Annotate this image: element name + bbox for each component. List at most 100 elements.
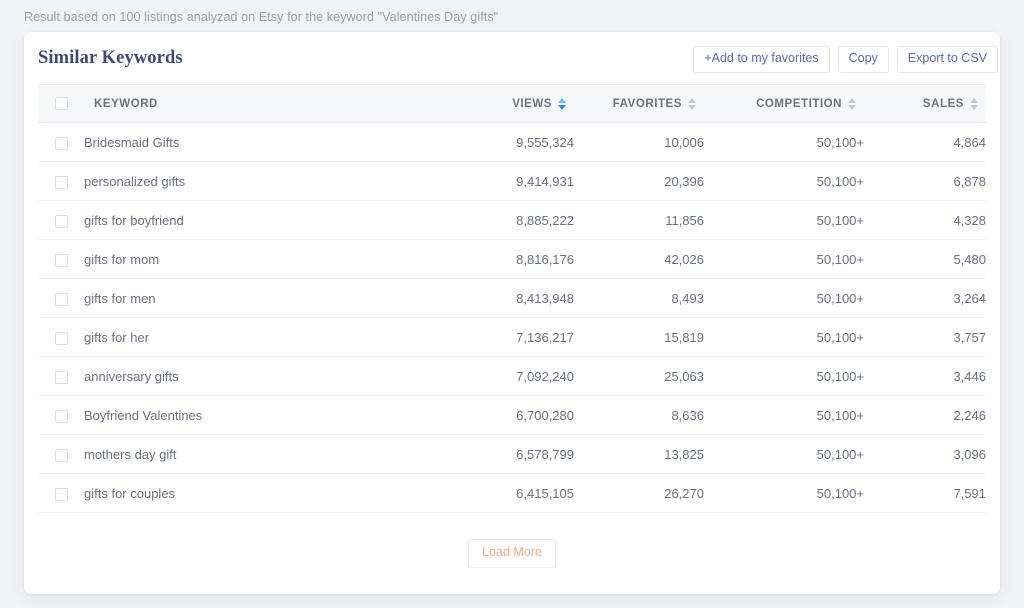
cell-favorites: 10,006: [574, 123, 704, 162]
cell-views: 8,885,222: [414, 201, 574, 240]
row-select-checkbox[interactable]: [55, 215, 68, 228]
result-summary-note: Result based on 100 listings analyzad on…: [24, 10, 498, 24]
table-row[interactable]: mothers day gift6,578,79913,82550,100+3,…: [38, 435, 986, 474]
cell-competition: 50,100+: [704, 162, 864, 201]
table-row[interactable]: Boyfriend Valentines6,700,2808,63650,100…: [38, 396, 986, 435]
table-body: Bridesmaid Gifts9,555,32410,00650,100+4,…: [38, 123, 986, 513]
table-row[interactable]: gifts for boyfriend8,885,22211,85650,100…: [38, 201, 986, 240]
table-row[interactable]: gifts for couples6,415,10526,27050,100+7…: [38, 474, 986, 513]
row-select-cell: [38, 123, 84, 162]
cell-sales: 7,591: [864, 474, 986, 513]
card-header-actions: +Add to my favorites Copy Export to CSV: [693, 46, 998, 73]
row-select-checkbox[interactable]: [55, 293, 68, 306]
add-to-favorites-button[interactable]: +Add to my favorites: [693, 46, 829, 73]
row-select-checkbox[interactable]: [55, 332, 68, 345]
cell-keyword[interactable]: gifts for boyfriend: [84, 201, 414, 240]
cell-favorites: 11,856: [574, 201, 704, 240]
row-select-checkbox[interactable]: [55, 449, 68, 462]
page-root: Result based on 100 listings analyzad on…: [0, 0, 1024, 608]
cell-sales: 3,446: [864, 357, 986, 396]
select-all-checkbox[interactable]: [55, 97, 68, 110]
cell-sales: 2,246: [864, 396, 986, 435]
table-header-row: KEYWORD VIEWS: [38, 85, 986, 123]
cell-sales: 4,328: [864, 201, 986, 240]
row-select-checkbox[interactable]: [55, 254, 68, 267]
cell-keyword[interactable]: personalized gifts: [84, 162, 414, 201]
cell-keyword[interactable]: anniversary gifts: [84, 357, 414, 396]
cell-favorites: 25,063: [574, 357, 704, 396]
cell-competition: 50,100+: [704, 435, 864, 474]
cell-competition: 50,100+: [704, 357, 864, 396]
row-select-checkbox[interactable]: [55, 176, 68, 189]
row-select-cell: [38, 474, 84, 513]
row-select-checkbox[interactable]: [55, 410, 68, 423]
cell-views: 7,136,217: [414, 318, 574, 357]
cell-keyword[interactable]: gifts for men: [84, 279, 414, 318]
keywords-table-wrap: KEYWORD VIEWS: [24, 84, 1000, 568]
cell-competition: 50,100+: [704, 240, 864, 279]
cell-competition: 50,100+: [704, 201, 864, 240]
cell-views: 9,414,931: [414, 162, 574, 201]
cell-views: 9,555,324: [414, 123, 574, 162]
column-header-views-label: VIEWS: [512, 98, 552, 110]
row-select-cell: [38, 396, 84, 435]
cell-favorites: 8,493: [574, 279, 704, 318]
cell-keyword[interactable]: gifts for her: [84, 318, 414, 357]
column-header-sales[interactable]: SALES: [864, 85, 986, 123]
cell-competition: 50,100+: [704, 474, 864, 513]
sort-icon-competition[interactable]: [848, 98, 856, 110]
cell-competition: 50,100+: [704, 396, 864, 435]
cell-keyword[interactable]: gifts for mom: [84, 240, 414, 279]
column-header-sales-label: SALES: [923, 98, 964, 110]
table-row[interactable]: Bridesmaid Gifts9,555,32410,00650,100+4,…: [38, 123, 986, 162]
cell-keyword[interactable]: mothers day gift: [84, 435, 414, 474]
copy-button[interactable]: Copy: [838, 46, 889, 73]
similar-keywords-card: Similar Keywords +Add to my favorites Co…: [24, 32, 1000, 594]
column-header-favorites[interactable]: FAVORITES: [574, 85, 704, 123]
cell-keyword[interactable]: gifts for couples: [84, 474, 414, 513]
cell-favorites: 8,636: [574, 396, 704, 435]
row-select-checkbox[interactable]: [55, 371, 68, 384]
table-row[interactable]: anniversary gifts7,092,24025,06350,100+3…: [38, 357, 986, 396]
column-header-keyword-label: KEYWORD: [94, 98, 158, 110]
cell-keyword[interactable]: Bridesmaid Gifts: [84, 123, 414, 162]
sort-icon-favorites[interactable]: [688, 98, 696, 110]
column-header-keyword[interactable]: KEYWORD: [84, 85, 414, 123]
table-row[interactable]: personalized gifts9,414,93120,39650,100+…: [38, 162, 986, 201]
cell-keyword[interactable]: Boyfriend Valentines: [84, 396, 414, 435]
table-row[interactable]: gifts for mom8,816,17642,02650,100+5,480: [38, 240, 986, 279]
cell-sales: 3,096: [864, 435, 986, 474]
cell-favorites: 20,396: [574, 162, 704, 201]
column-header-competition-label: COMPETITION: [756, 98, 842, 110]
cell-sales: 3,757: [864, 318, 986, 357]
export-to-csv-button[interactable]: Export to CSV: [897, 46, 998, 73]
select-all-header: [38, 85, 84, 123]
sort-icon-sales[interactable]: [970, 98, 978, 110]
cell-views: 8,413,948: [414, 279, 574, 318]
cell-favorites: 15,819: [574, 318, 704, 357]
row-select-checkbox[interactable]: [55, 137, 68, 150]
keywords-table: KEYWORD VIEWS: [38, 84, 986, 513]
row-select-checkbox[interactable]: [55, 488, 68, 501]
row-select-cell: [38, 162, 84, 201]
row-select-cell: [38, 435, 84, 474]
row-select-cell: [38, 318, 84, 357]
row-select-cell: [38, 240, 84, 279]
table-row[interactable]: gifts for men8,413,9488,49350,100+3,264: [38, 279, 986, 318]
cell-favorites: 26,270: [574, 474, 704, 513]
row-select-cell: [38, 279, 84, 318]
table-row[interactable]: gifts for her7,136,21715,81950,100+3,757: [38, 318, 986, 357]
column-header-favorites-label: FAVORITES: [613, 98, 682, 110]
cell-competition: 50,100+: [704, 123, 864, 162]
column-header-competition[interactable]: COMPETITION: [704, 85, 864, 123]
cell-competition: 50,100+: [704, 318, 864, 357]
sort-icon-views[interactable]: [558, 98, 566, 110]
load-more-button[interactable]: Load More: [468, 539, 556, 568]
cell-sales: 6,878: [864, 162, 986, 201]
cell-views: 6,578,799: [414, 435, 574, 474]
card-header: Similar Keywords +Add to my favorites Co…: [24, 32, 1000, 84]
column-header-views[interactable]: VIEWS: [414, 85, 574, 123]
cell-views: 6,700,280: [414, 396, 574, 435]
cell-sales: 3,264: [864, 279, 986, 318]
cell-sales: 5,480: [864, 240, 986, 279]
